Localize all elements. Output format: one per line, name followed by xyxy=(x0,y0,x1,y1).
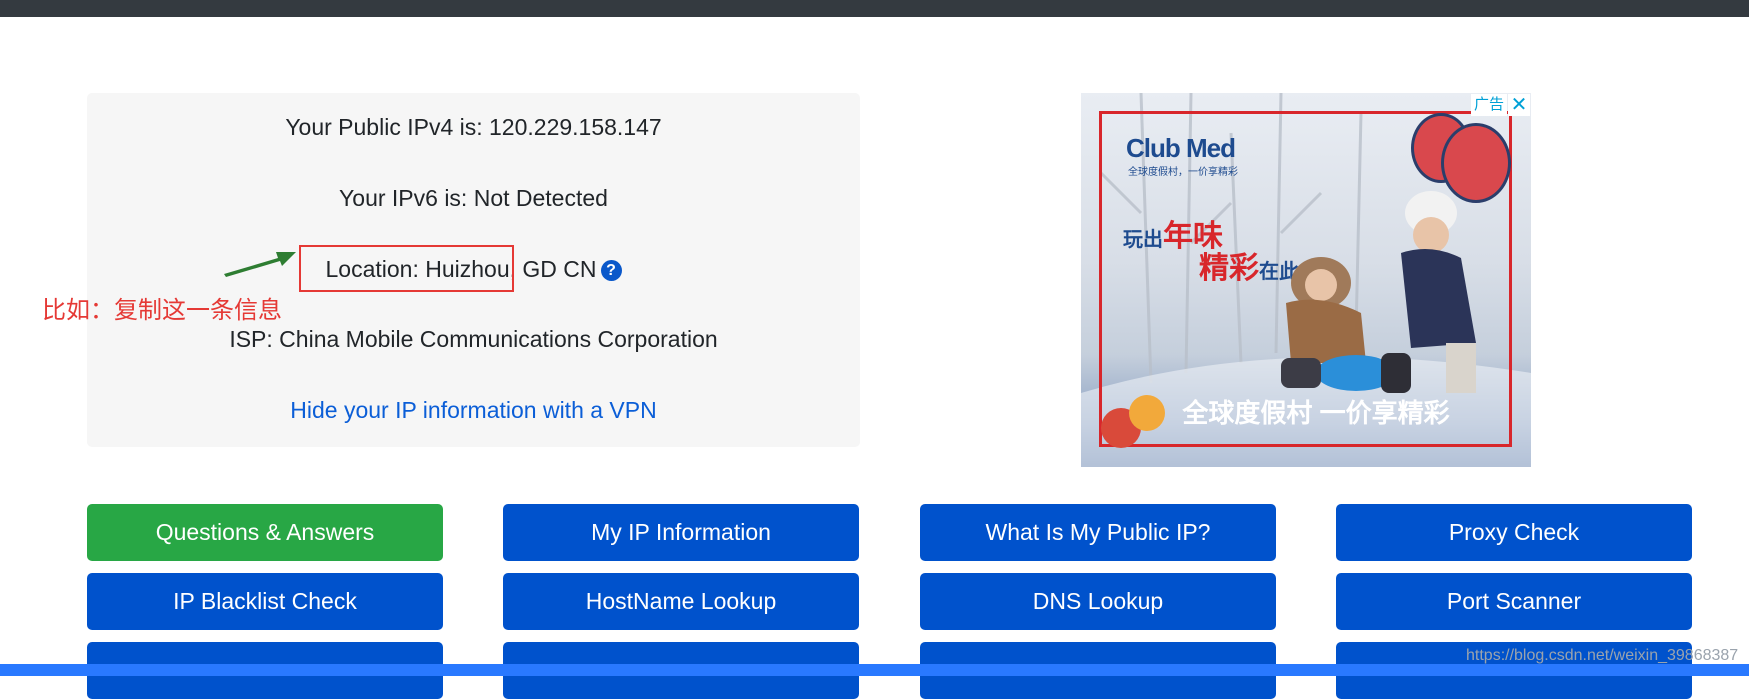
hostname-lookup-button[interactable]: HostName Lookup xyxy=(503,573,859,630)
ad-bottom-text: 全球度假村 一价享精彩 xyxy=(1182,398,1450,428)
ad-brand-tagline: 全球度假村，一价享精彩 xyxy=(1128,167,1238,178)
annotation-note: 比如：复制这一条信息 xyxy=(42,296,282,324)
vpn-line: Hide your IP information with a VPN xyxy=(87,397,860,424)
ad-people-sledding-image xyxy=(1281,191,1476,393)
watermark-text: https://blog.csdn.net/weixin_39868387 xyxy=(1466,647,1739,664)
ad-slogan-prefix: 玩出 xyxy=(1123,229,1163,251)
ip-blacklist-check-button[interactable]: IP Blacklist Check xyxy=(87,573,443,630)
proxy-check-button[interactable]: Proxy Check xyxy=(1336,504,1692,561)
bottom-bar xyxy=(0,664,1749,676)
what-is-my-public-ip-button[interactable]: What Is My Public IP? xyxy=(920,504,1276,561)
questions-answers-button[interactable]: Questions & Answers xyxy=(87,504,443,561)
ad-brand-logo: Club Med xyxy=(1126,133,1236,163)
annotation-highlight-box xyxy=(299,245,514,292)
isp-line: ISP: China Mobile Communications Corpora… xyxy=(229,326,718,352)
annotation-arrow-icon xyxy=(224,252,296,277)
ad-label-badge: 广告 xyxy=(1470,94,1507,116)
dns-lookup-button[interactable]: DNS Lookup xyxy=(920,573,1276,630)
my-ip-information-button[interactable]: My IP Information xyxy=(503,504,859,561)
ad-slogan-red2: 精彩 xyxy=(1199,252,1259,285)
advertisement-banner[interactable]: Club Med 全球度假村，一价享精彩 玩出年味 精彩在此 全球度假村 一价享… xyxy=(1081,93,1531,467)
ad-close-icon[interactable]: ✕ xyxy=(1508,94,1530,116)
port-scanner-button[interactable]: Port Scanner xyxy=(1336,573,1692,630)
question-circle-icon[interactable]: ? xyxy=(600,260,622,281)
ipv6-line: Your IPv6 is: Not Detected xyxy=(339,185,608,211)
ipv4-line: Your Public IPv4 is: 120.229.158.147 xyxy=(285,114,662,140)
top-nav-bar xyxy=(0,0,1749,17)
hide-ip-vpn-link[interactable]: Hide your IP information with a VPN xyxy=(290,397,656,423)
